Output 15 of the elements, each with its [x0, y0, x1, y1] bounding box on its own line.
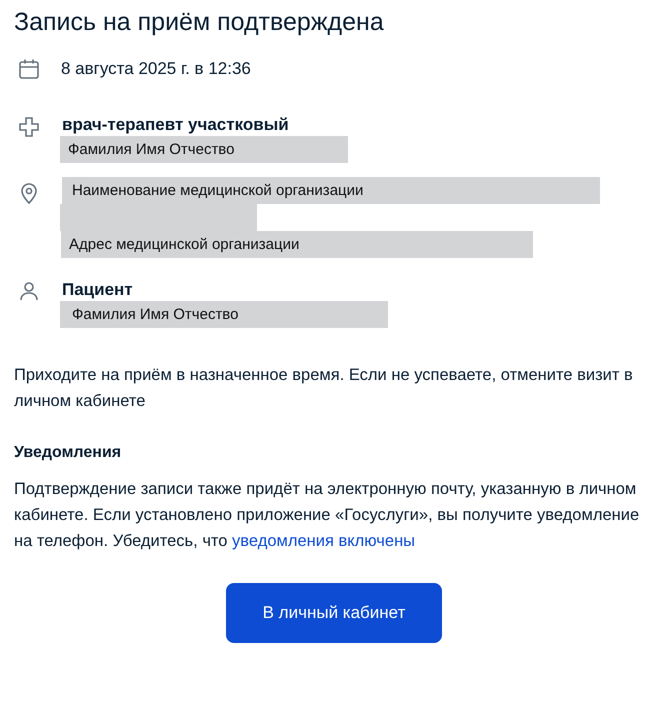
- doctor-name: Фамилия Имя Отчество: [60, 136, 348, 162]
- patient-label: Пациент: [62, 278, 134, 300]
- organization-address: Адрес медицинской организации: [61, 230, 533, 258]
- patient-name: Фамилия Имя Отчество: [60, 300, 388, 328]
- organization-name: Наименование медицинской организации: [62, 176, 600, 204]
- account-button[interactable]: В личный кабинет: [226, 582, 442, 642]
- page-title: Запись на приём подтверждена: [14, 7, 385, 38]
- cross-icon: [17, 114, 41, 138]
- calendar-icon: [17, 56, 41, 81]
- appointment-date: 8 августа 2025 г. в 12:36: [61, 58, 251, 80]
- notifications-text: Подтверждение записи также придёт на электронную почту, указанную в личном кабинете. Если установлено приложение «Госуслуги», вы получите уведомление на телефон. Убедитесь, что уведомления включены: [14, 478, 640, 552]
- notifications-heading: Уведомления: [14, 442, 122, 462]
- notice-text: Приходите на приём в назначенное время. Если не успеваете, отмените визит в личном кабинете: [14, 364, 634, 412]
- notifications-link[interactable]: уведомления включены: [232, 532, 416, 550]
- doctor-specialty: врач-терапевт участковый: [62, 114, 290, 136]
